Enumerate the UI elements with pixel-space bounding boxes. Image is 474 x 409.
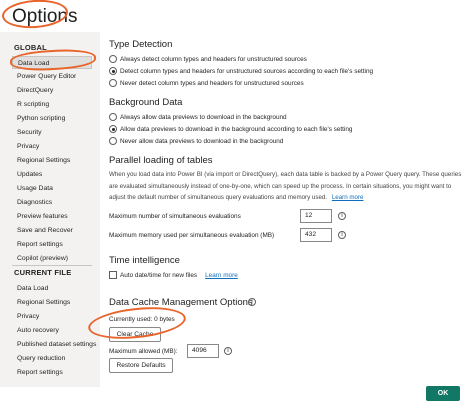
type-detection-title: Type Detection bbox=[109, 39, 173, 50]
time-intelligence-title: Time intelligence bbox=[109, 255, 180, 266]
info-icon: i bbox=[338, 212, 346, 220]
type-detection-option-per-file[interactable]: Detect column types and headers for unst… bbox=[109, 66, 373, 76]
restore-defaults-button[interactable]: Restore Defaults bbox=[109, 358, 173, 373]
type-detection-option-never[interactable]: Never detect column types and headers fo… bbox=[109, 78, 304, 88]
main-panel: Type Detection Always detect column type… bbox=[86, 32, 474, 387]
background-data-option-never[interactable]: Never allow data previews to download in… bbox=[109, 136, 283, 146]
max-evaluations-input[interactable]: 12 bbox=[300, 209, 332, 223]
sidebar-item-updates[interactable]: Updates bbox=[12, 168, 92, 181]
max-evaluations-label: Maximum number of simultaneous evaluatio… bbox=[109, 213, 241, 220]
sidebar-item-auto-recovery[interactable]: Auto recovery bbox=[12, 324, 92, 337]
auto-date-time-option[interactable]: Auto date/time for new files Learn more bbox=[109, 270, 238, 280]
ok-button[interactable]: OK bbox=[426, 386, 460, 401]
radio-button-selected[interactable] bbox=[109, 67, 117, 75]
sidebar-item-preview-features[interactable]: Preview features bbox=[12, 210, 92, 223]
sidebar-item-report-settings[interactable]: Report settings bbox=[12, 238, 92, 251]
info-icon: i bbox=[224, 347, 232, 355]
sidebar-item-usage-data[interactable]: Usage Data bbox=[12, 182, 92, 195]
background-data-option-per-file[interactable]: Allow data previews to download in the b… bbox=[109, 124, 353, 134]
sidebar-item-directquery[interactable]: DirectQuery bbox=[12, 84, 92, 97]
background-data-title: Background Data bbox=[109, 97, 183, 108]
radio-button[interactable] bbox=[109, 79, 117, 87]
max-memory-label: Maximum memory used per simultaneous eva… bbox=[109, 232, 275, 239]
parallel-loading-description: When you load data into Power BI (via im… bbox=[109, 171, 462, 201]
sidebar-item-r-scripting[interactable]: R scripting bbox=[12, 98, 92, 111]
radio-button[interactable] bbox=[109, 137, 117, 145]
sidebar-item-current-regional-settings[interactable]: Regional Settings bbox=[12, 296, 92, 309]
sidebar-divider bbox=[12, 265, 92, 266]
auto-date-time-checkbox[interactable] bbox=[109, 271, 117, 279]
sidebar-item-query-reduction[interactable]: Query reduction bbox=[12, 352, 92, 365]
sidebar-item-save-and-recover[interactable]: Save and Recover bbox=[12, 224, 92, 237]
cache-management-title: Data Cache Management Options bbox=[109, 297, 253, 308]
sidebar-item-current-data-load[interactable]: Data Load bbox=[12, 282, 92, 295]
sidebar-item-regional-settings[interactable]: Regional Settings bbox=[12, 154, 92, 167]
radio-button[interactable] bbox=[109, 113, 117, 121]
max-allowed-label: Maximum allowed (MB): bbox=[109, 348, 178, 355]
max-allowed-input[interactable]: 4096 bbox=[187, 344, 219, 358]
radio-button[interactable] bbox=[109, 55, 117, 63]
info-icon: i bbox=[338, 231, 346, 239]
sidebar-item-current-privacy[interactable]: Privacy bbox=[12, 310, 92, 323]
parallel-loading-title: Parallel loading of tables bbox=[109, 155, 213, 166]
sidebar-item-security[interactable]: Security bbox=[12, 126, 92, 139]
time-intelligence-learn-more-link[interactable]: Learn more bbox=[205, 272, 238, 279]
sidebar-item-copilot-preview[interactable]: Copilot (preview) bbox=[12, 252, 92, 265]
sidebar-item-power-query-editor[interactable]: Power Query Editor bbox=[12, 70, 92, 83]
radio-button-selected[interactable] bbox=[109, 125, 117, 133]
type-detection-option-always[interactable]: Always detect column types and headers f… bbox=[109, 54, 307, 64]
sidebar-item-diagnostics[interactable]: Diagnostics bbox=[12, 196, 92, 209]
sidebar-item-privacy[interactable]: Privacy bbox=[12, 140, 92, 153]
info-icon: i bbox=[248, 298, 256, 306]
sidebar-item-current-report-settings[interactable]: Report settings bbox=[12, 366, 92, 379]
title-bar: Options bbox=[0, 0, 474, 31]
sidebar: GLOBAL Data Load Power Query Editor Dire… bbox=[0, 32, 100, 387]
sidebar-header-current-file: CURRENT FILE bbox=[14, 268, 72, 277]
max-memory-input[interactable]: 432 bbox=[300, 228, 332, 242]
background-data-option-always[interactable]: Always allow data previews to download i… bbox=[109, 112, 287, 122]
sidebar-item-python-scripting[interactable]: Python scripting bbox=[12, 112, 92, 125]
annotation-circle-cache bbox=[86, 302, 188, 344]
parallel-learn-more-link[interactable]: Learn more bbox=[332, 194, 364, 201]
sidebar-item-published-dataset-settings[interactable]: Published dataset settings bbox=[12, 338, 96, 351]
